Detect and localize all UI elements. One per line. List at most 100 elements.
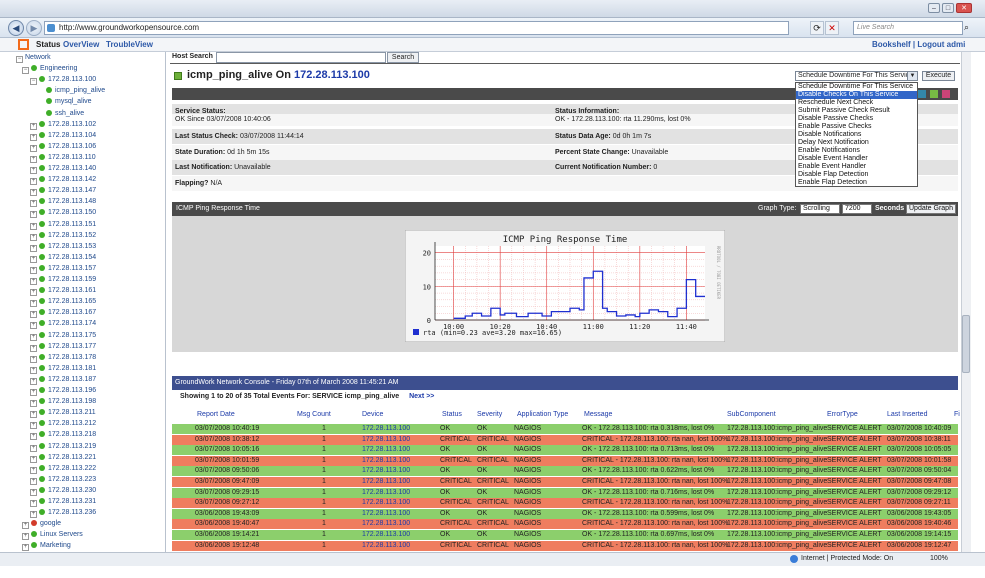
bookshelf-logout-links[interactable]: Bookshelf | Logout admi (872, 39, 965, 50)
tree-toggle-icon[interactable]: + (30, 477, 37, 485)
back-icon[interactable]: ◀ (8, 20, 24, 36)
tree-host-item[interactable]: +172.28.113.175 (30, 331, 96, 341)
service-action-option[interactable]: Disable Notifications (796, 131, 917, 139)
tree-host-item[interactable]: +172.28.113.219 (30, 442, 96, 452)
tree-toggle-icon[interactable]: + (30, 167, 37, 174)
tree-toggle-icon[interactable]: + (30, 155, 37, 163)
table-cell-device[interactable]: 172.28.113.100 (362, 445, 410, 455)
tree-toggle-icon[interactable]: + (30, 233, 37, 241)
service-action-option[interactable]: Submit Passive Check Result (796, 107, 917, 115)
tree-host-item[interactable]: +172.28.113.198 (30, 397, 96, 408)
tree-host-item[interactable]: +172.28.113.152 (30, 231, 96, 241)
tree-root-network[interactable]: − Network (16, 53, 51, 63)
maximize-icon[interactable]: □ (942, 3, 954, 13)
tree-toggle-icon[interactable]: + (22, 544, 29, 552)
tree-toggle-icon[interactable]: + (30, 211, 37, 219)
graph-type-select[interactable]: Scrolling (800, 204, 840, 214)
tree-host-item[interactable]: +172.28.113.236 (30, 508, 96, 519)
service-action-option[interactable]: Delay Next Notification (796, 139, 917, 147)
tree-toggle-icon[interactable]: + (30, 189, 37, 197)
tree-toggle-icon[interactable]: + (30, 433, 37, 441)
tree-toggle-icon[interactable]: + (30, 466, 37, 474)
stop-icon[interactable]: ✕ (825, 21, 839, 35)
service-action-option[interactable]: Enable Passive Checks (796, 123, 917, 131)
service-action-option[interactable]: Disable Checks On This Service (796, 91, 917, 99)
tree-toggle-icon[interactable]: + (30, 255, 37, 263)
search-icon[interactable]: ⌕ (964, 22, 969, 33)
forward-icon[interactable]: ▶ (26, 20, 42, 36)
seconds-input[interactable]: 7200 (842, 204, 872, 214)
console-next-link[interactable]: Next >> (409, 393, 434, 400)
zoom-level[interactable]: 100% (930, 555, 948, 562)
table-cell-device[interactable]: 172.28.113.100 (362, 488, 410, 498)
tree-host-item[interactable]: +172.28.113.153 (30, 242, 96, 252)
tree-host-item[interactable]: +172.28.113.102 (30, 120, 96, 130)
tree-toggle-icon[interactable]: + (30, 377, 37, 385)
tree-service-item[interactable]: ssh_alive (46, 109, 84, 118)
service-action-select[interactable]: Schedule Downtime For This Service (795, 71, 918, 81)
table-cell-device[interactable]: 172.28.113.100 (362, 519, 410, 529)
tree-toggle-icon[interactable]: + (30, 322, 37, 330)
service-action-option[interactable]: Enable Event Handler (796, 163, 917, 171)
tree-toggle-icon[interactable]: + (30, 422, 37, 430)
tree-toggle-icon[interactable]: + (30, 311, 37, 319)
tree-host-item[interactable]: +172.28.113.157 (30, 264, 96, 274)
table-cell-device[interactable]: 172.28.113.100 (362, 435, 410, 445)
tree-host-item[interactable]: +172.28.113.104 (30, 131, 96, 141)
tree-host-item[interactable]: +172.28.113.187 (30, 375, 96, 385)
tree-toggle-icon[interactable]: + (30, 488, 37, 496)
tree-host-item[interactable]: +172.28.113.223 (30, 475, 96, 485)
tree-toggle-icon[interactable]: + (30, 222, 37, 230)
column-header[interactable]: Device (362, 411, 383, 418)
graph-icon[interactable] (930, 90, 938, 98)
table-cell-device[interactable]: 172.28.113.100 (362, 456, 410, 466)
update-graph-button[interactable]: Update Graph (906, 204, 956, 214)
tree-toggle-icon[interactable]: + (30, 366, 37, 374)
pdf-icon[interactable] (942, 90, 950, 98)
tree-host-item[interactable]: +172.28.113.174 (30, 319, 96, 330)
tree-toggle-icon[interactable]: + (30, 278, 37, 285)
tree-host-item[interactable]: +172.28.113.110 (30, 153, 96, 163)
tree-toggle-icon[interactable]: + (30, 200, 37, 208)
tree-host-item[interactable]: +172.28.113.161 (30, 286, 96, 297)
tree-group-engineering[interactable]: − Engineering (22, 64, 77, 75)
tree-group-item[interactable]: + google (22, 519, 61, 530)
scrollbar-thumb[interactable] (962, 315, 970, 373)
tree-toggle-icon[interactable]: + (30, 455, 37, 463)
tree-host-item[interactable]: +172.28.113.148 (30, 197, 96, 208)
tree-host-item[interactable]: +172.28.113.142 (30, 175, 96, 186)
table-cell-device[interactable]: 172.28.113.100 (362, 477, 410, 487)
tree-host-selected[interactable]: − 172.28.113.100 (30, 75, 96, 86)
service-action-option[interactable]: Schedule Downtime For This Service (796, 83, 917, 91)
host-search-input[interactable] (216, 52, 386, 63)
service-action-option[interactable]: Disable Event Handler (796, 155, 917, 163)
column-header[interactable]: Status (442, 411, 462, 418)
tree-host-item[interactable]: +172.28.113.154 (30, 253, 96, 263)
tree-host-item[interactable]: +172.28.113.147 (30, 186, 96, 197)
tree-toggle-icon[interactable]: + (30, 289, 37, 297)
url-input[interactable]: http://www.groundworkopensource.com (44, 21, 789, 35)
tree-host-item[interactable]: +172.28.113.212 (30, 419, 96, 430)
table-cell-device[interactable]: 172.28.113.100 (362, 466, 410, 476)
tree-group-item[interactable]: + Linux Servers (22, 530, 83, 541)
tree-toggle-icon[interactable]: − (22, 67, 29, 75)
tree-toggle-icon[interactable]: + (30, 144, 37, 152)
tree-host-item[interactable]: +172.28.113.218 (30, 430, 96, 441)
tree-host-item[interactable]: +172.28.113.150 (30, 208, 96, 219)
service-action-option[interactable]: Disable Flap Detection (796, 171, 917, 179)
execute-button[interactable]: Execute (922, 71, 955, 81)
minimize-icon[interactable]: – (928, 3, 940, 13)
tree-host-item[interactable]: +172.28.113.151 (30, 220, 96, 230)
tree-host-item[interactable]: +172.28.113.159 (30, 275, 96, 285)
tree-host-item[interactable]: +172.28.113.196 (30, 386, 96, 396)
tree-toggle-icon[interactable]: + (30, 444, 37, 452)
tree-toggle-icon[interactable]: + (30, 511, 37, 519)
service-action-option[interactable]: Enable Notifications (796, 147, 917, 155)
tree-toggle-icon[interactable]: + (30, 400, 37, 408)
tree-host-item[interactable]: +172.28.113.106 (30, 142, 96, 152)
tree-toggle-icon[interactable]: + (30, 266, 37, 274)
table-cell-device[interactable]: 172.28.113.100 (362, 530, 410, 540)
close-icon[interactable]: ✕ (956, 3, 972, 13)
table-cell-device[interactable]: 172.28.113.100 (362, 509, 410, 519)
tree-host-item[interactable]: +172.28.113.230 (30, 486, 96, 496)
